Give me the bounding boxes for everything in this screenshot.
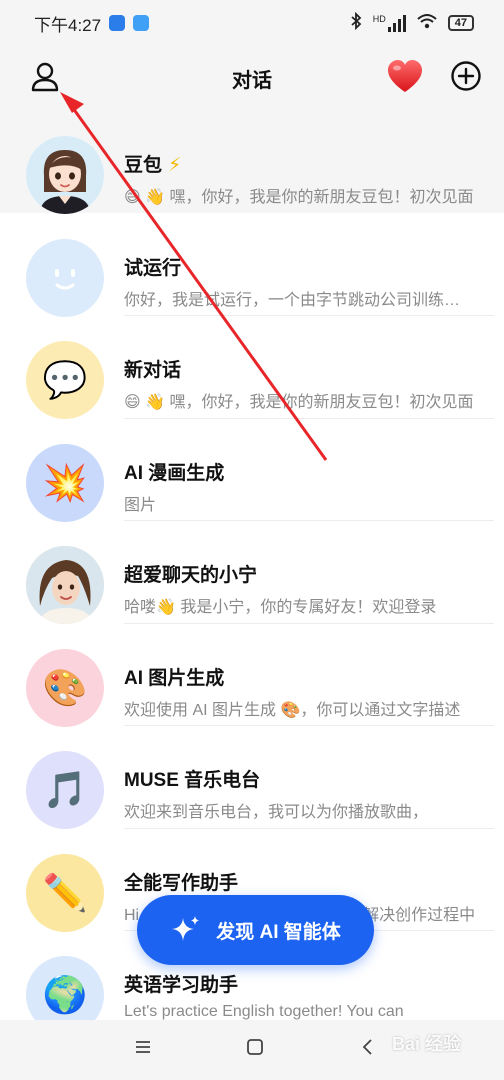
favorites-button[interactable] [386, 58, 424, 96]
new-chat-button[interactable] [450, 60, 482, 92]
sparkle-icon [172, 916, 200, 941]
heart-icon [388, 60, 422, 92]
menu-icon [136, 1041, 150, 1053]
discover-label: 发现 AI 智能体 [216, 921, 341, 943]
back-nav-button[interactable] [360, 1038, 374, 1062]
chat-item-new-chat[interactable]: 💬 新对话 😄 👋 嘿，你好，我是你的新朋友豆包！初次见面 [0, 315, 504, 419]
signal-icon: HD [373, 14, 406, 32]
chat-name: 全能写作助手 [124, 872, 239, 894]
chat-name: 超爱聊天的小宁 [124, 565, 258, 586]
chat-item-ai-comic[interactable]: 💥 AI 漫画生成 图片 [0, 418, 504, 522]
chat-preview: 图片 [124, 496, 157, 514]
home-square-icon [247, 1039, 263, 1055]
chat-preview: 你好，我是试运行，一个由字节跳动公司训练的语言模型 [124, 291, 476, 309]
bluetooth-app-icon [109, 15, 126, 31]
network-label: HD [372, 14, 386, 24]
chat-item-doubao[interactable]: 豆包 ⚡ 😄 👋 嘿，你好，我是你的新朋友豆包！初次见面 [0, 110, 504, 214]
chat-name: 新对话 [124, 360, 182, 381]
discover-agents-button[interactable]: 发现 AI 智能体 [137, 895, 374, 965]
watermark: Bai 经验 [392, 1034, 462, 1054]
xiaoning-avatar [26, 546, 104, 624]
globe-icon: 🌍 [26, 956, 104, 1020]
pencil-icon: ✏️ [26, 853, 104, 932]
chat-item-muse-radio[interactable]: 🎵 MUSE 音乐电台 欢迎来到音乐电台，我可以为你播放歌曲， [0, 725, 504, 829]
music-note-icon: 🎵 [26, 751, 104, 829]
chat-name: 试运行 [124, 257, 182, 279]
smile-face-icon [26, 238, 104, 317]
chat-preview: 😄 👋 嘿，你好，我是你的新朋友豆包！初次见面 [124, 189, 474, 206]
status-indicators: HD 47 [349, 11, 474, 34]
home-nav-button[interactable] [246, 1038, 264, 1062]
chat-preview: Let's practice English together! You can [124, 1003, 404, 1020]
chat-name: 英语学习助手 [124, 975, 239, 996]
chat-preview: 欢迎使用 AI 图片生成 🎨，你可以通过文字描述 [124, 701, 461, 719]
chat-preview: 欢迎来到音乐电台，我可以为你播放歌曲， [124, 804, 429, 821]
status-bar: 下午4:27 HD 47 [0, 0, 504, 46]
chat-name: MUSE 音乐电台 [124, 770, 261, 791]
top-bar: 对话 [0, 46, 504, 110]
chat-item-trial-run[interactable]: 试运行 你好，我是试运行，一个由字节跳动公司训练的语言模型 [0, 213, 504, 317]
chat-list[interactable]: 豆包 ⚡ 😄 👋 嘿，你好，我是你的新朋友豆包！初次见面 试运行 你好，我是试运行… [0, 110, 504, 1020]
bluetooth-icon [349, 11, 363, 34]
plus-circle-icon [451, 61, 481, 91]
chat-name: AI 图片生成 [124, 667, 225, 689]
palette-icon: 🎨 [26, 648, 104, 727]
back-chevron-icon [362, 1039, 372, 1055]
status-time: 下午4:27 [34, 15, 102, 35]
chat-item-ai-image[interactable]: 🎨 AI 图片生成 欢迎使用 AI 图片生成 🎨，你可以通过文字描述 [0, 623, 504, 727]
boom-icon: 💥 [26, 443, 104, 522]
menu-nav-button[interactable] [134, 1038, 152, 1061]
battery-indicator: 47 [447, 15, 474, 31]
chat-app-icon [133, 15, 150, 31]
doubao-avatar [26, 136, 104, 214]
chat-item-xiaoning[interactable]: 超爱聊天的小宁 哈喽👋 我是小宁，你的专属好友！欢迎登录 [0, 520, 504, 624]
chat-bubble-icon: 💬 [26, 341, 104, 419]
notification-icons [109, 15, 150, 31]
wifi-icon [416, 12, 438, 34]
chat-name: 豆包 ⚡ [124, 155, 182, 176]
chat-preview: 哈喽👋 我是小宁，你的专属好友！欢迎登录 [124, 599, 437, 616]
lightning-icon: ⚡ [168, 155, 182, 176]
page-title: 对话 [232, 70, 272, 92]
chat-preview: 😄 👋 嘿，你好，我是你的新朋友豆包！初次见面 [124, 394, 474, 411]
chat-name: AI 漫画生成 [124, 462, 225, 484]
